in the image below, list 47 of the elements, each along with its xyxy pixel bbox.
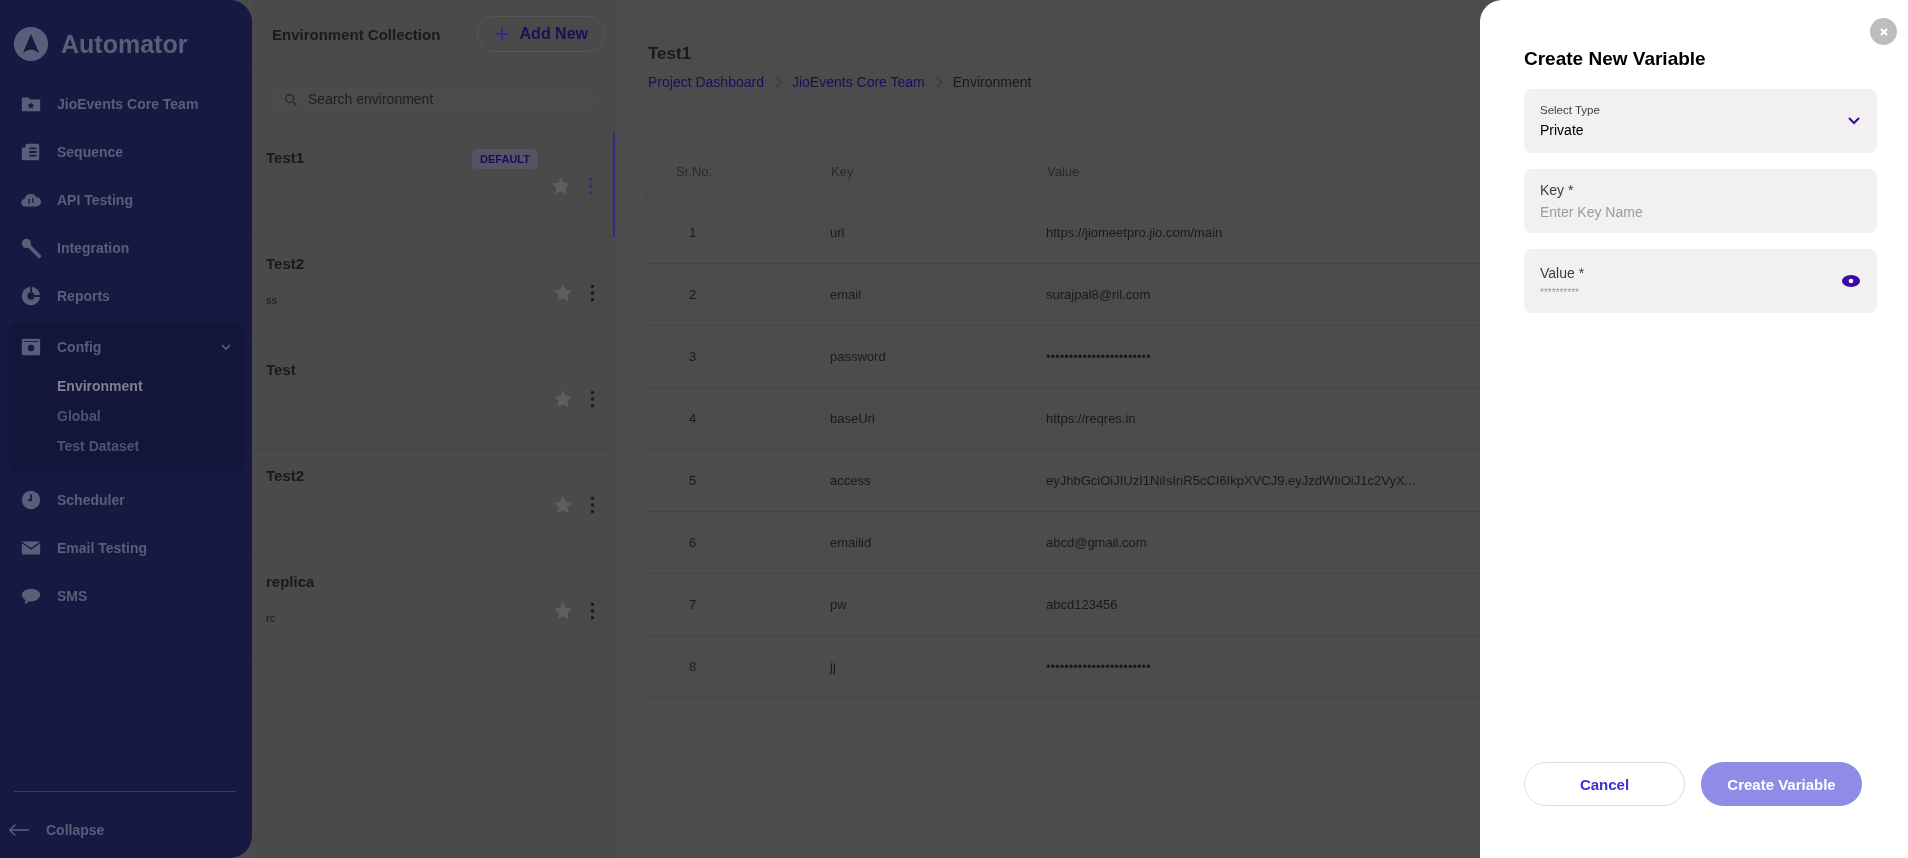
- logo-icon: [13, 26, 49, 62]
- input-field[interactable]: Enter Key Name: [1540, 204, 1861, 220]
- default-badge: DEFAULT: [472, 149, 538, 169]
- chevron-down-icon: [1847, 116, 1861, 126]
- field-label: Select Type: [1540, 104, 1601, 116]
- sidebar-subitem[interactable]: Environment: [8, 371, 244, 401]
- more-vertical-icon: [590, 283, 595, 303]
- document-list-icon: [20, 141, 42, 163]
- app-logo-text: Automator: [61, 29, 188, 59]
- close-button[interactable]: [1870, 18, 1897, 45]
- drawer-title: Create New Variable: [1524, 48, 1707, 70]
- sidebar-item[interactable]: Reports: [8, 272, 244, 320]
- field-value: Private: [1540, 122, 1585, 138]
- search-icon: [284, 93, 298, 107]
- sidebar-item[interactable]: Integration: [8, 224, 244, 272]
- more-vertical-icon: [590, 389, 595, 409]
- chevron-icon: [220, 341, 232, 353]
- sidebar-item[interactable]: Sequence: [8, 128, 244, 176]
- sidebar-item[interactable]: Scheduler: [8, 476, 244, 524]
- sidebar-subitem[interactable]: Test Dataset: [8, 431, 244, 461]
- close-icon: [1877, 25, 1890, 38]
- sidebar-item[interactable]: JioEvents Core Team: [8, 80, 244, 128]
- more-vertical-icon: [588, 176, 593, 196]
- table-cell-text: •••••••••••••••••••••••: [1046, 659, 1152, 674]
- type-dropdown[interactable]: Select Type Private: [1524, 89, 1877, 153]
- pie-chart-icon: [20, 285, 42, 307]
- breadcrumb-link[interactable]: Project Dashboard: [648, 74, 764, 90]
- sidebar-item[interactable]: Config: [8, 323, 244, 371]
- collapse-button[interactable]: Collapse: [8, 822, 244, 838]
- clock-icon: [20, 489, 42, 511]
- sidebar-item[interactable]: Email Testing: [8, 524, 244, 572]
- arrow-left-icon: [8, 822, 30, 838]
- input-field[interactable]: **********: [1540, 286, 1841, 298]
- more-vertical-icon: [590, 495, 595, 515]
- field-label: Key *: [1540, 182, 1575, 198]
- wrench-icon: [20, 237, 42, 259]
- gear-calendar-icon: [20, 336, 42, 358]
- sidebar-item[interactable]: SMS: [8, 572, 244, 620]
- table-cell-text: •••••••••••••••••••••••: [1046, 349, 1152, 364]
- sidebar-item[interactable]: API Testing: [8, 176, 244, 224]
- plus-icon: [493, 26, 510, 42]
- sidebar-subitem[interactable]: Global: [8, 401, 244, 431]
- breadcrumb-link[interactable]: JioEvents Core Team: [791, 74, 925, 90]
- more-vertical-icon: [590, 601, 595, 621]
- cancel-button[interactable]: Cancel: [1524, 762, 1685, 806]
- eye-icon: [1841, 274, 1861, 288]
- field-label: Value *: [1540, 264, 1586, 281]
